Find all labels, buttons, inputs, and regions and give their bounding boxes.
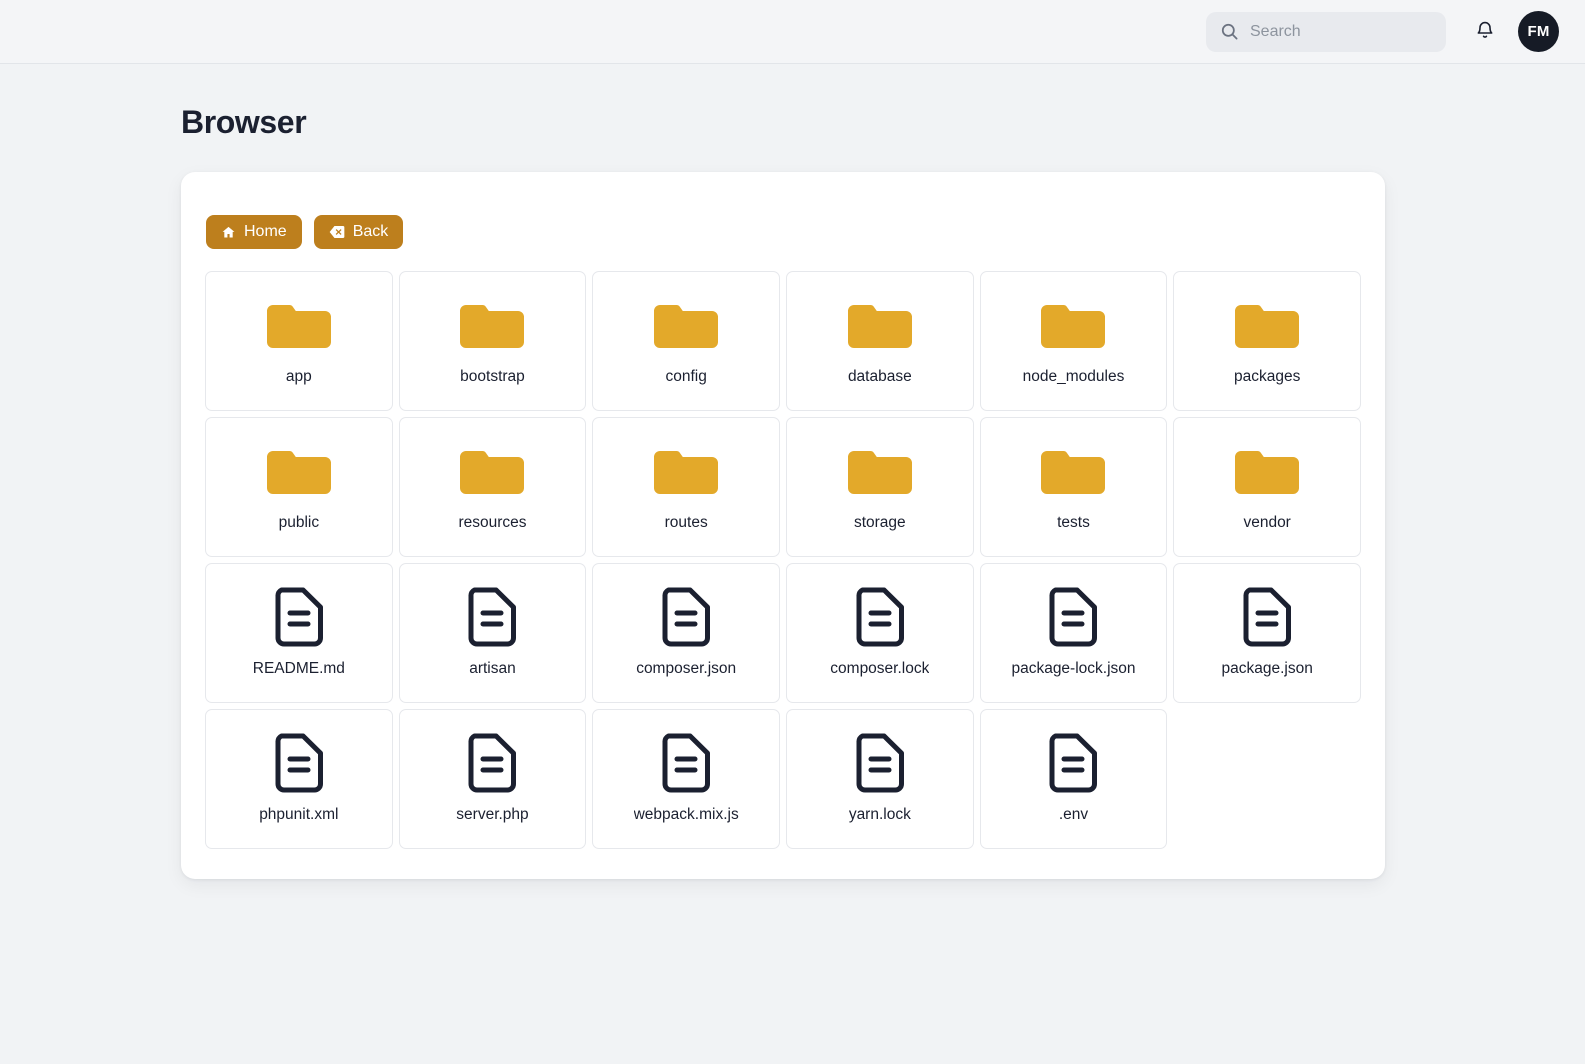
file-item[interactable]: server.php: [398, 709, 587, 849]
item-label: webpack.mix.js: [633, 805, 739, 823]
item-label: server.php: [456, 805, 529, 823]
file-item[interactable]: package.json: [1173, 563, 1361, 703]
backspace-icon: [329, 225, 345, 239]
file-icon: [274, 587, 324, 646]
item-label: artisan: [469, 659, 516, 677]
folder-icon: [847, 443, 912, 499]
file-item[interactable]: webpack.mix.js: [592, 709, 780, 849]
item-label: bootstrap: [460, 367, 525, 385]
file-item[interactable]: package-lock.json: [979, 563, 1168, 703]
avatar[interactable]: FM: [1518, 11, 1559, 52]
folder-icon: [1235, 443, 1300, 499]
bell-icon: [1475, 20, 1495, 44]
folder-item[interactable]: storage: [786, 417, 974, 557]
folder-item[interactable]: config: [592, 271, 780, 411]
item-label: .env: [1058, 805, 1089, 823]
folder-icon: [654, 443, 719, 499]
page-body: Browser Home Back app bootstrap config d…: [0, 104, 1585, 879]
back-button[interactable]: Back: [313, 215, 404, 249]
folder-item[interactable]: public: [205, 417, 393, 557]
home-button[interactable]: Home: [206, 215, 302, 249]
top-bar: FM: [0, 0, 1585, 64]
folder-icon: [1041, 297, 1106, 353]
page-title: Browser: [181, 104, 307, 140]
file-item[interactable]: composer.lock: [786, 563, 974, 703]
file-icon: [467, 733, 517, 792]
item-label: README.md: [252, 659, 345, 677]
item-label: composer.lock: [830, 659, 930, 677]
folder-icon: [460, 297, 525, 353]
item-label: yarn.lock: [848, 805, 911, 823]
item-label: tests: [1057, 513, 1090, 531]
folder-item[interactable]: app: [205, 271, 393, 411]
file-icon: [1048, 587, 1098, 646]
folder-item[interactable]: resources: [398, 417, 587, 557]
item-label: phpunit.xml: [259, 805, 339, 823]
item-label: config: [665, 367, 707, 385]
item-label: package.json: [1221, 659, 1313, 677]
item-label: app: [285, 367, 312, 385]
file-icon: [467, 587, 517, 646]
home-button-label: Home: [244, 223, 287, 240]
file-item[interactable]: phpunit.xml: [205, 709, 393, 849]
item-label: node_modules: [1022, 367, 1125, 385]
folder-item[interactable]: tests: [979, 417, 1168, 557]
folder-item[interactable]: node_modules: [979, 271, 1168, 411]
item-label: database: [847, 367, 912, 385]
file-icon: [855, 733, 905, 792]
folder-icon: [266, 443, 331, 499]
folder-icon: [847, 297, 912, 353]
item-label: storage: [853, 513, 906, 531]
file-icon: [661, 733, 711, 792]
item-label: public: [278, 513, 320, 531]
folder-icon: [460, 443, 525, 499]
folder-item[interactable]: packages: [1173, 271, 1361, 411]
file-icon: [1048, 733, 1098, 792]
folder-item[interactable]: vendor: [1173, 417, 1361, 557]
notifications-button[interactable]: [1468, 15, 1502, 49]
file-item[interactable]: yarn.lock: [786, 709, 974, 849]
folder-icon: [266, 297, 331, 353]
item-label: composer.json: [636, 659, 737, 677]
file-item[interactable]: artisan: [398, 563, 587, 703]
back-button-label: Back: [352, 223, 389, 240]
file-icon: [661, 587, 711, 646]
file-item[interactable]: README.md: [205, 563, 393, 703]
file-icon: [855, 587, 905, 646]
search-input[interactable]: [1250, 22, 1432, 41]
item-label: vendor: [1243, 513, 1291, 531]
file-icon: [1242, 587, 1292, 646]
browser-panel: Home Back app bootstrap config database node…: [181, 172, 1385, 879]
folder-icon: [654, 297, 719, 353]
folder-item[interactable]: bootstrap: [398, 271, 587, 411]
search-icon: [1220, 22, 1239, 41]
file-item[interactable]: .env: [979, 709, 1168, 849]
home-icon: [221, 225, 236, 240]
item-label: packages: [1233, 367, 1301, 385]
file-icon: [274, 733, 324, 792]
file-item[interactable]: composer.json: [592, 563, 780, 703]
folder-item[interactable]: routes: [592, 417, 780, 557]
folder-icon: [1041, 443, 1106, 499]
file-grid: app bootstrap config database node_modules pa…: [205, 271, 1361, 849]
item-label: routes: [664, 513, 708, 531]
item-label: package-lock.json: [1011, 659, 1136, 677]
folder-item[interactable]: database: [786, 271, 974, 411]
folder-icon: [1235, 297, 1300, 353]
search-box[interactable]: [1206, 11, 1446, 52]
toolbar: Home Back: [206, 215, 1361, 249]
item-label: resources: [458, 513, 527, 531]
grid-placeholder: [1173, 709, 1361, 849]
